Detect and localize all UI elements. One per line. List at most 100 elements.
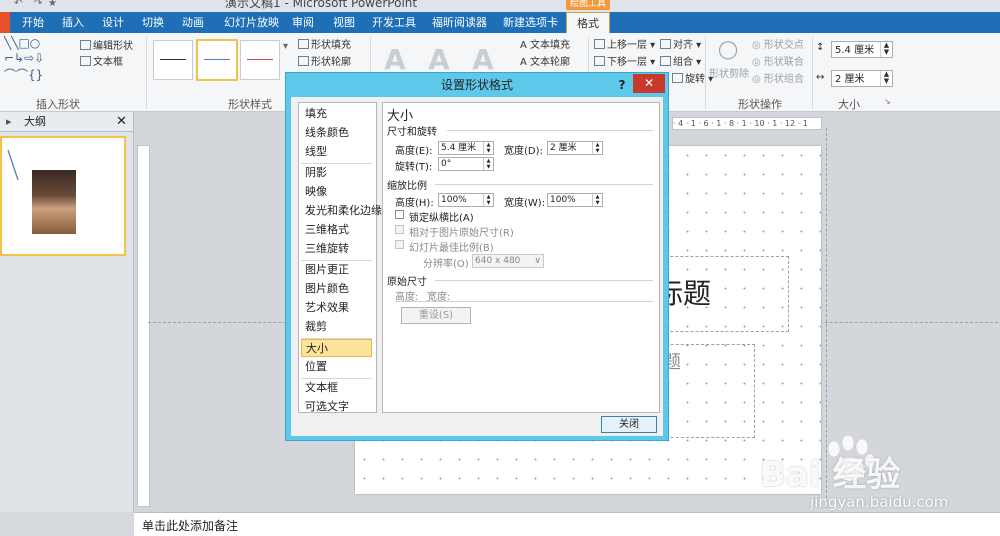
format-shape-dialog: 设置形状格式 ? ✕ 填充 线条颜色 线型 阴影 映像 发光和柔化边缘 三维格式… (285, 72, 669, 441)
tab-slides-icon[interactable]: ▸ (6, 112, 12, 131)
nav-crop[interactable]: 裁剪 (301, 318, 372, 336)
combine-icon: ◎ (752, 74, 761, 85)
rotation-input[interactable]: 0° ▲ ▼ (438, 157, 494, 171)
width-spinner[interactable]: ▲ ▼ (592, 142, 602, 154)
nav-line-style[interactable]: 线型 (301, 143, 372, 161)
nav-position[interactable]: 位置 (301, 358, 372, 376)
group-label-insert-shapes: 插入形状 (36, 98, 80, 111)
nav-fill[interactable]: 填充 (301, 105, 372, 123)
nav-shadow[interactable]: 阴影 (301, 164, 372, 182)
tab-slideshow[interactable]: 幻灯片放映 (224, 12, 279, 33)
close-pane-icon[interactable]: ✕ (116, 112, 127, 131)
tab-animations[interactable]: 动画 (182, 12, 204, 33)
nav-glow-soft-edges[interactable]: 发光和柔化边缘 (301, 202, 382, 220)
shape-fill-button[interactable]: 形状填充 (298, 36, 351, 51)
height-spinner[interactable]: ▲ ▼ (483, 142, 493, 154)
shape-outline-button[interactable]: 形状轮廓 (298, 53, 351, 68)
shape-cut-button[interactable]: 形状剪除 (709, 65, 749, 80)
help-button[interactable]: ? (615, 75, 629, 95)
align-button[interactable]: 对齐 ▾ (660, 36, 701, 51)
height-input[interactable]: 5.4 厘米 ▲ ▼ (438, 141, 494, 155)
scale-height-input[interactable]: 100% ▲ ▼ (438, 193, 494, 207)
relative-original-label: 相对于图片原始尺寸(R) (409, 228, 514, 239)
tab-foxit[interactable]: 福昕阅读器 (432, 12, 487, 33)
nav-3d-format[interactable]: 三维格式 (301, 221, 372, 239)
notes-placeholder[interactable]: 单击此处添加备注 (142, 517, 238, 534)
nav-size[interactable]: 大小 (301, 339, 372, 357)
scale-width-input[interactable]: 100% ▲ ▼ (547, 193, 603, 207)
scale-height-spinner[interactable]: ▲ ▼ (483, 194, 493, 206)
text-box-button[interactable]: 文本框 (80, 53, 123, 68)
edit-shape-button[interactable]: 编辑形状 (80, 37, 133, 52)
resolution-select[interactable]: 640 x 480 ∨ (472, 254, 544, 268)
relative-original-checkbox[interactable] (395, 225, 404, 234)
nav-artistic-effects[interactable]: 艺术效果 (301, 299, 372, 317)
rotation-spinner[interactable]: ▲ ▼ (483, 158, 493, 170)
tab-transitions[interactable]: 切换 (142, 12, 164, 33)
paint-bucket-icon (298, 39, 309, 49)
style-gallery-scroll-icon[interactable]: ▾ (283, 41, 288, 52)
nav-alt-text[interactable]: 可选文字 (301, 398, 372, 416)
baidu-watermark: Bai 经验 jingyan.baidu.com (760, 435, 1000, 525)
size-panel: 大小 尺寸和旋转 高度(E): 5.4 厘米 ▲ ▼ 宽度(D): 2 厘米 ▲ ▼… (382, 102, 660, 413)
lock-aspect-checkbox[interactable] (395, 210, 404, 219)
height-spinner[interactable]: ▲ ▼ (880, 42, 892, 57)
tab-design[interactable]: 设计 (102, 12, 124, 33)
group-button[interactable]: 组合 ▾ (660, 53, 701, 68)
text-fill-icon: A (520, 40, 527, 51)
group-label-size: 大小 (838, 98, 860, 111)
tab-outline[interactable]: 大纲 (24, 112, 46, 131)
size-dialog-launcher-icon[interactable]: ↘ (884, 97, 891, 106)
nav-reflection[interactable]: 映像 (301, 183, 372, 201)
redo-icon[interactable]: ↷ (34, 0, 42, 9)
scale-width-spinner[interactable]: ▲ ▼ (592, 194, 602, 206)
group-label-shape-ops: 形状操作 (738, 98, 782, 111)
pane-tabs: ▸ 大纲 ✕ (0, 112, 133, 132)
nav-picture-corrections[interactable]: 图片更正 (301, 261, 372, 279)
tab-view[interactable]: 视图 (333, 12, 355, 33)
shapes-gallery[interactable]: ╲╲□○ (4, 36, 40, 50)
tab-developer[interactable]: 开发工具 (372, 12, 416, 33)
shapes-gallery-row3[interactable]: ⌒⌒{} (4, 66, 43, 83)
shape-style-1[interactable] (153, 40, 193, 80)
tab-review[interactable]: 审阅 (292, 12, 314, 33)
group-label-shape-styles: 形状样式 (228, 98, 272, 111)
shape-cut-icon[interactable]: ◯ (718, 39, 738, 60)
dialog-close-ok-button[interactable]: 关闭 (601, 416, 657, 433)
reset-button[interactable]: 重设(S) (401, 307, 471, 324)
slide-thumbnail[interactable] (0, 136, 126, 256)
text-outline-button[interactable]: A 文本轮廓 (520, 53, 570, 68)
tab-new[interactable]: 新建选项卡 (503, 12, 558, 33)
best-scale-checkbox[interactable] (395, 240, 404, 249)
undo-icon[interactable]: ↶ (14, 0, 22, 9)
nav-3d-rotation[interactable]: 三维旋转 (301, 240, 372, 258)
shape-combine-button[interactable]: ◎ 形状组合 (752, 70, 804, 85)
section-rule (395, 301, 653, 302)
shape-style-2[interactable] (196, 39, 238, 81)
ribbon-height-field[interactable]: 5.4 厘米 ▲ ▼ (831, 41, 893, 58)
width-spinner[interactable]: ▲ ▼ (880, 71, 892, 86)
tab-home[interactable]: 开始 (22, 12, 44, 33)
nav-picture-color[interactable]: 图片颜色 (301, 280, 372, 298)
bring-forward-button[interactable]: 上移一层 ▾ (594, 36, 655, 51)
shape-style-3[interactable] (240, 40, 280, 80)
star-icon[interactable]: ★ (48, 0, 57, 9)
width-input[interactable]: 2 厘米 ▲ ▼ (547, 141, 603, 155)
text-fill-button[interactable]: A 文本填充 (520, 36, 570, 51)
lock-aspect-label: 锁定纵横比(A) (409, 213, 474, 224)
dialog-close-button[interactable]: ✕ (633, 74, 665, 93)
rotate-icon (672, 73, 683, 83)
bring-forward-icon (594, 39, 605, 49)
shape-union-button[interactable]: ◎ 形状联合 (752, 53, 804, 68)
nav-line-color[interactable]: 线条颜色 (301, 124, 372, 142)
send-backward-button[interactable]: 下移一层 ▾ (594, 53, 655, 68)
ribbon-width-field[interactable]: 2 厘米 ▲ ▼ (831, 70, 893, 87)
shapes-gallery-row2[interactable]: ⌐↳⇨⇩ (4, 51, 44, 65)
file-button[interactable] (0, 12, 10, 33)
shape-intersect-button[interactable]: ◎ 形状交点 (752, 36, 804, 51)
nav-text-box[interactable]: 文本框 (301, 379, 372, 397)
tab-format[interactable]: 格式 (566, 12, 610, 34)
panel-heading: 大小 (387, 109, 414, 124)
tab-insert[interactable]: 插入 (62, 12, 84, 33)
rotate-button[interactable]: 旋转 ▾ (672, 70, 713, 85)
